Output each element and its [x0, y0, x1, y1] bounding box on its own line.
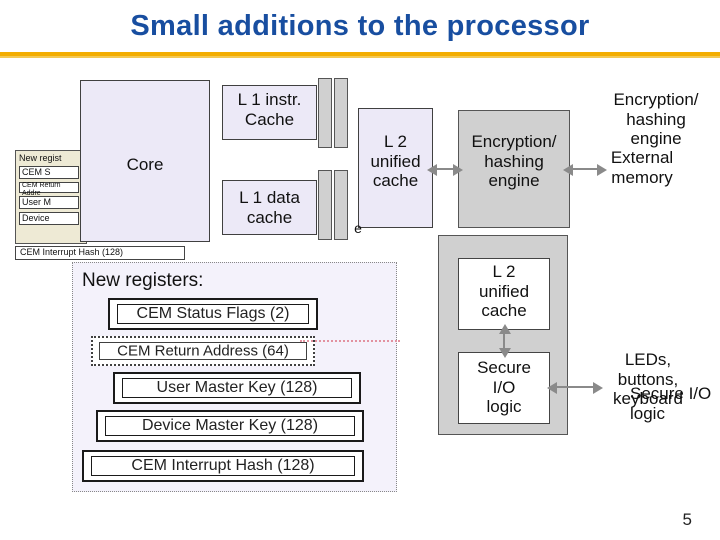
reg-cih-label: CEM Interrupt Hash (128): [84, 457, 362, 475]
reg-cem-int-hash: CEM Interrupt Hash (128): [82, 450, 364, 482]
reg-cem-return: CEM Return Address (64): [91, 336, 315, 366]
reg-cem-return-label: CEM Return Address (64): [93, 343, 313, 360]
slide: Small additions to the processor New reg…: [0, 0, 720, 540]
bus-stub-2: [334, 78, 348, 148]
arrow-secio-leds: [556, 386, 594, 388]
core-label: Core: [100, 155, 190, 175]
l1-instr-label: L 1 instr. Cache: [222, 90, 317, 129]
reg-dmk-label: Device Master Key (128): [98, 417, 362, 435]
cache-fragment: e: [350, 220, 366, 236]
mini-row-1: CEM Return Addre: [19, 182, 79, 193]
mini-title: New regist: [19, 153, 62, 163]
l2-lower-label: L 2 unified cache: [458, 262, 550, 321]
arrow-enc-mem: [572, 168, 598, 170]
mini-row-0: CEM S: [19, 166, 79, 179]
mini-row-4-label: CEM Interrupt Hash (128): [20, 247, 123, 257]
title-rule-shadow: [0, 56, 720, 58]
mini-row-3: Device: [19, 212, 79, 225]
mini-row-4: CEM Interrupt Hash (128): [15, 246, 185, 260]
dotted-connector: [300, 340, 400, 342]
enc-mid-label: Encryption/ hashing engine: [458, 132, 570, 191]
arrow-l2-enc: [436, 168, 454, 170]
l2-upper-label: L 2 unified cache: [358, 132, 433, 191]
bus-stub-1: [318, 78, 332, 148]
arrow-l2-secio: [503, 333, 505, 349]
bus-stub-4: [334, 170, 348, 240]
mini-row-2: User M: [19, 196, 79, 209]
reg-cem-status-label: CEM Status Flags (2): [110, 305, 316, 323]
enc-right-label: Encryption/ hashing engine: [600, 90, 712, 149]
panel-title: New registers:: [82, 270, 203, 292]
reg-user-master-key: User Master Key (128): [113, 372, 361, 404]
reg-umk-label: User Master Key (128): [115, 379, 359, 397]
bus-stub-3: [318, 170, 332, 240]
reg-cem-status: CEM Status Flags (2): [108, 298, 318, 330]
secure-io-right-label: Secure I/O logic: [630, 384, 720, 423]
reg-device-master-key: Device Master Key (128): [96, 410, 364, 442]
l1-data-label: L 1 data cache: [222, 188, 317, 227]
slide-title: Small additions to the processor: [0, 10, 720, 43]
mini-registers-panel: New regist CEM S CEM Return Addre User M…: [15, 150, 87, 244]
slide-number: 5: [683, 510, 692, 530]
secure-io-left-label: Secure I/O logic: [458, 358, 550, 417]
